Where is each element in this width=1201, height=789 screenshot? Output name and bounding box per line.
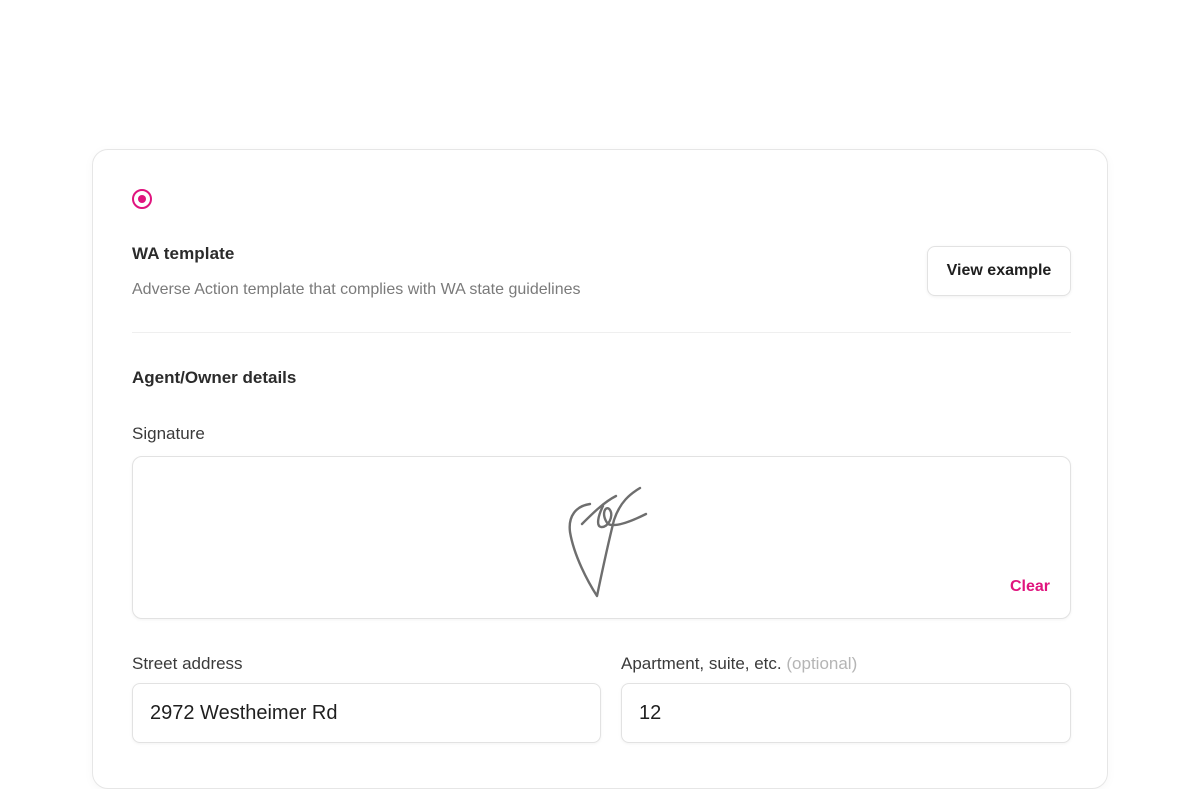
divider [132,332,1071,333]
template-option-card: WA template Adverse Action template that… [92,149,1108,789]
section-title: Agent/Owner details [132,368,297,387]
signature-pad[interactable]: Clear [132,456,1071,619]
apartment-label: Apartment, suite, etc. (optional) [621,654,857,674]
template-description: Adverse Action template that complies wi… [132,281,581,298]
template-title: WA template [132,244,235,263]
street-address-input[interactable] [132,683,601,743]
clear-signature-button[interactable]: Clear [1010,578,1050,596]
street-address-label: Street address [132,654,243,673]
template-radio-selected[interactable] [132,189,152,209]
signature-drawing [568,486,648,598]
radio-dot-icon [138,195,146,203]
view-example-button[interactable]: View example [927,246,1071,296]
optional-hint: (optional) [786,654,858,673]
apartment-label-text: Apartment, suite, etc. [621,654,782,673]
apartment-input[interactable] [621,683,1071,743]
signature-label: Signature [132,424,205,443]
